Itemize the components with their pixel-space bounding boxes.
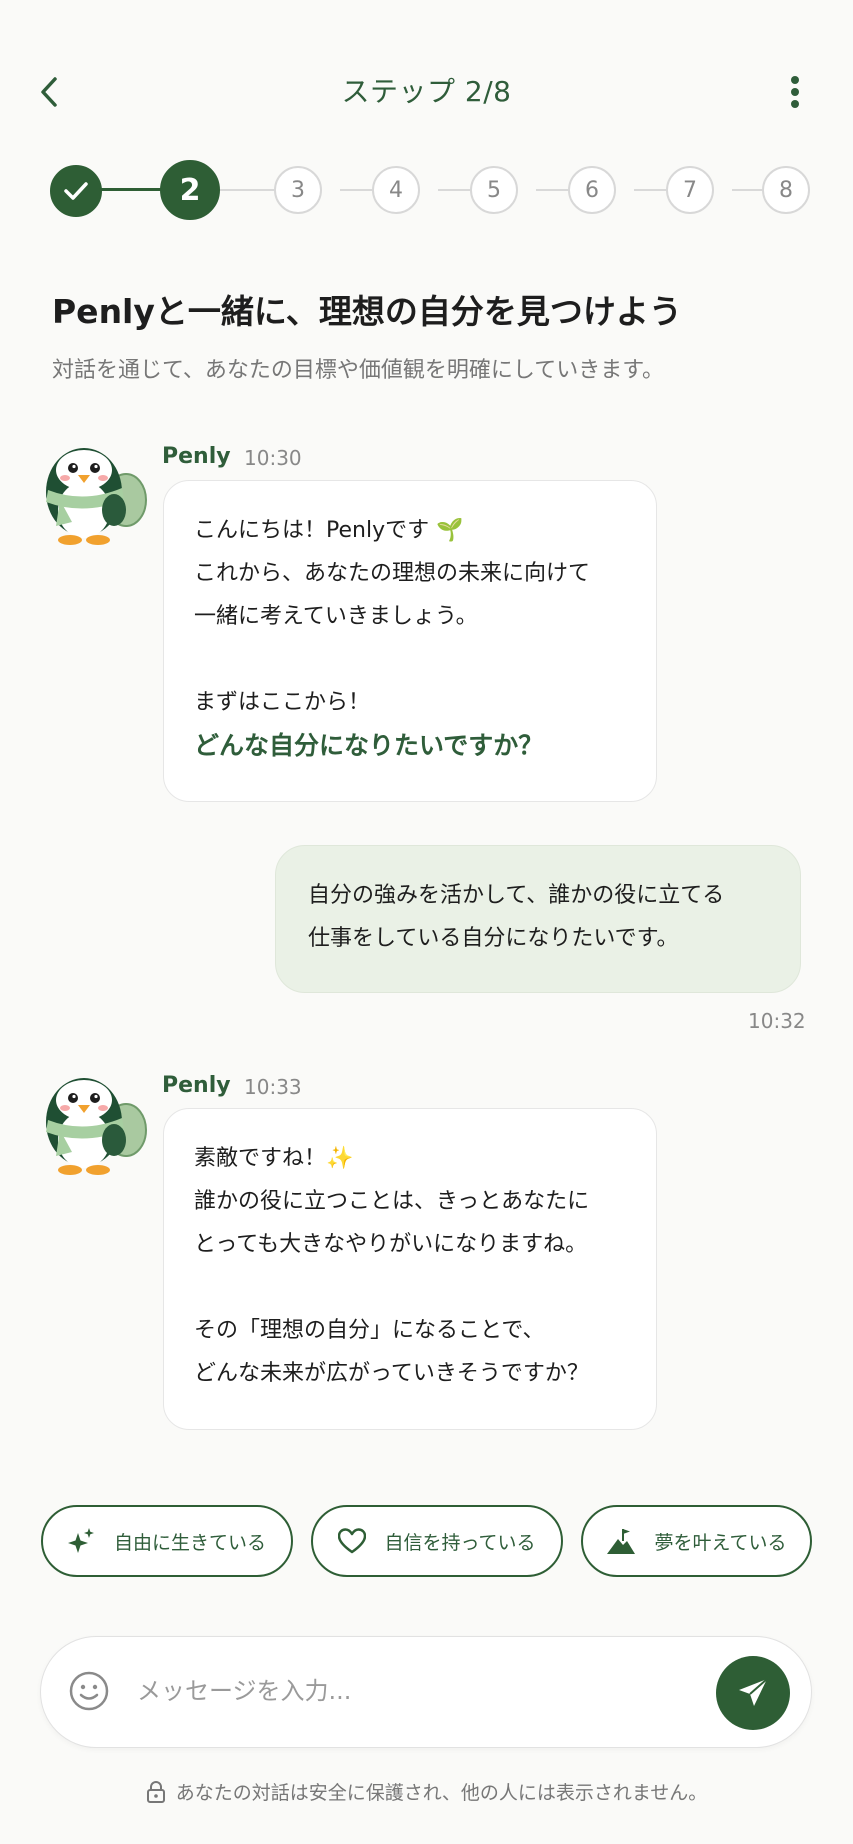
- step-5[interactable]: 5: [470, 166, 518, 214]
- user-message-bubble: 自分の強みを活かして、誰かの役に立てる 仕事をしている自分になりたいです。: [275, 845, 801, 993]
- step-2-current[interactable]: 2: [160, 160, 220, 220]
- bot-message-bubble: 素敵ですね！✨ 誰かの役に立つことは、きっとあなたに とっても大きなやりがいにな…: [163, 1108, 657, 1430]
- message-input[interactable]: [135, 1660, 699, 1722]
- quick-reply-label: 自由に生きている: [113, 1531, 266, 1554]
- message-sender: Penly: [162, 444, 231, 469]
- section-heading: Penlyと一緒に、理想の自分を見つけよう: [52, 292, 682, 331]
- more-vertical-icon: [791, 76, 799, 108]
- send-icon: [739, 1678, 768, 1706]
- penly-avatar: [40, 430, 150, 550]
- privacy-text: あなたの対話は安全に保護され、他の人には表示されません。: [175, 1782, 708, 1804]
- quick-reply-free[interactable]: 自由に生きている: [41, 1505, 293, 1577]
- step-4[interactable]: 4: [372, 166, 420, 214]
- message-line: 仕事をしている自分になりたいです。: [308, 926, 679, 951]
- message-line: その「理想の自分」になることで、: [194, 1318, 545, 1343]
- quick-reply-label: 夢を叶えている: [654, 1531, 787, 1554]
- message-line: 誰かの役に立つことは、きっとあなたに: [194, 1189, 590, 1214]
- quick-reply-dream[interactable]: 夢を叶えている: [581, 1505, 812, 1577]
- step-connector: [98, 188, 162, 191]
- message-line: とっても大きなやりがいになりますね。: [194, 1232, 588, 1257]
- check-icon: [64, 182, 88, 200]
- step-3[interactable]: 3: [274, 166, 322, 214]
- message-line: まずはここから！: [194, 690, 371, 715]
- step-6[interactable]: 6: [568, 166, 616, 214]
- message-time: 10:33: [244, 1075, 302, 1099]
- penguin-mascot-icon: [46, 448, 147, 545]
- emoji-button[interactable]: [68, 1670, 110, 1712]
- quick-reply-label: 自信を持っている: [384, 1531, 536, 1554]
- lock-icon: [146, 1780, 165, 1803]
- quick-reply-confidence[interactable]: 自信を持っている: [311, 1505, 563, 1577]
- page-title: ステップ 2/8: [341, 75, 512, 108]
- send-button[interactable]: [716, 1656, 790, 1730]
- penly-avatar: [40, 1060, 150, 1180]
- smiley-icon: [69, 1671, 109, 1711]
- message-time: 10:30: [244, 446, 302, 470]
- section-subheading: 対話を通じて、あなたの目標や価値観を明確にしていきます。: [52, 358, 665, 383]
- heart-icon: [338, 1528, 367, 1554]
- privacy-notice: あなたの対話は安全に保護され、他の人には表示されません。: [0, 1778, 853, 1805]
- step-1-completed[interactable]: [50, 165, 102, 217]
- step-7[interactable]: 7: [666, 166, 714, 214]
- message-line: これから、あなたの理想の未来に向けて: [194, 561, 591, 586]
- message-emphasis: どんな自分になりたいですか？: [194, 731, 544, 760]
- mountain-flag-icon: [607, 1529, 636, 1554]
- step-8[interactable]: 8: [762, 166, 810, 214]
- message-line: 素敵ですね！✨: [194, 1146, 354, 1171]
- penguin-mascot-icon: [46, 1078, 147, 1175]
- message-line: 自分の強みを活かして、誰かの役に立てる: [308, 883, 725, 908]
- message-line: どんな未来が広がっていきそうですか？: [194, 1361, 589, 1386]
- sparkle-icon: [67, 1528, 94, 1553]
- message-line: 一緒に考えていきましょう。: [194, 604, 478, 629]
- bot-message-bubble: こんにちは！Penlyです 🌱 これから、あなたの理想の未来に向けて 一緒に考え…: [163, 480, 657, 802]
- message-time: 10:32: [748, 1009, 806, 1033]
- more-options-button[interactable]: [780, 72, 810, 112]
- message-line: こんにちは！Penlyです 🌱: [194, 518, 464, 543]
- message-sender: Penly: [162, 1073, 231, 1098]
- progress-stepper: 2 3 4 5 6 7 8: [50, 160, 810, 220]
